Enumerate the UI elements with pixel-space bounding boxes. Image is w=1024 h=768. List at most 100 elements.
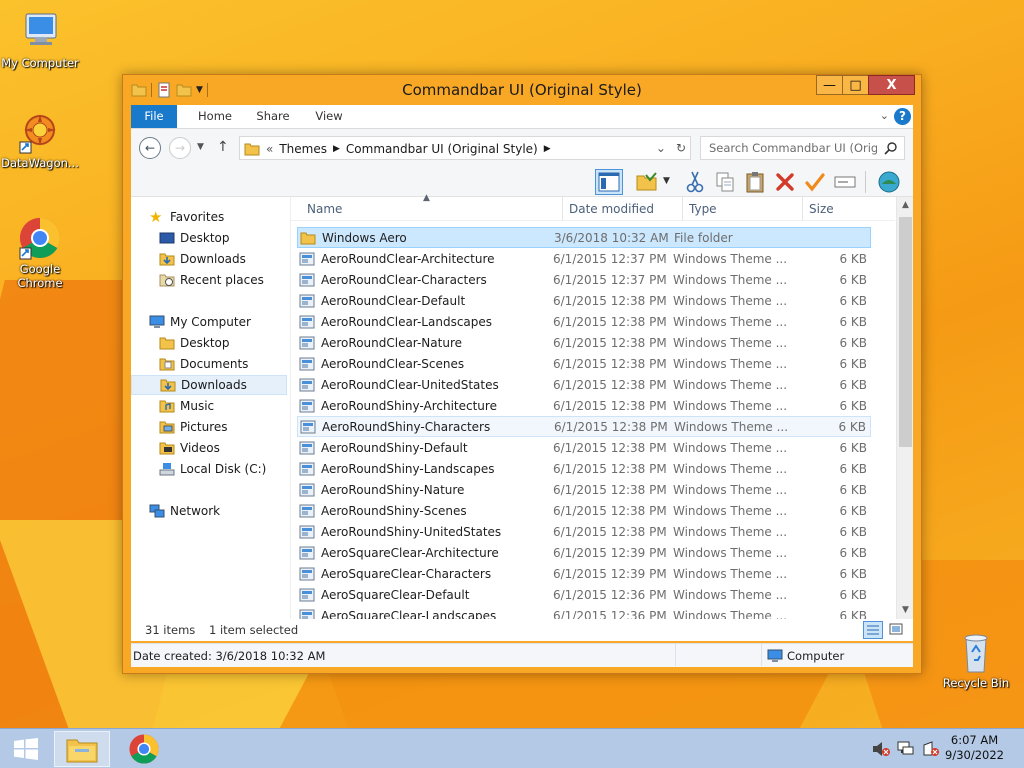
action-center-icon[interactable]	[922, 741, 940, 757]
file-name: AeroSquareClear-Default	[321, 587, 470, 602]
table-row[interactable]: AeroSquareClear-Characters 6/1/2015 12:39…	[297, 563, 871, 584]
table-row[interactable]: AeroRoundClear-Characters 6/1/2015 12:37 …	[297, 269, 871, 290]
vertical-scrollbar[interactable]: ▲ ▼	[896, 197, 913, 619]
desktop-icon-recycle-bin[interactable]: Recycle Bin	[936, 630, 1016, 690]
table-row[interactable]: AeroRoundShiny-Scenes 6/1/2015 12:38 PM Wi…	[297, 500, 871, 521]
title-bar[interactable]: ▼ Commandbar UI (Original Style) — □ X	[123, 75, 921, 105]
table-row[interactable]: AeroRoundClear-Architecture 6/1/2015 12:3…	[297, 248, 871, 269]
scrollbar-thumb[interactable]	[899, 217, 912, 447]
scroll-up-icon[interactable]: ▲	[897, 197, 914, 214]
maximize-button[interactable]: □	[842, 75, 869, 95]
column-date-modified[interactable]: Date modified	[563, 197, 683, 221]
file-size: 6 KB	[839, 461, 867, 476]
clock[interactable]: 6:07 AM 9/30/2022	[945, 733, 1004, 763]
search-icon[interactable]	[884, 141, 898, 155]
table-row[interactable]: AeroRoundShiny-UnitedStates 6/1/2015 12:3…	[297, 521, 871, 542]
file-explorer-icon	[66, 739, 98, 763]
nav-my-computer[interactable]: My Computer	[149, 312, 305, 332]
search-input[interactable]	[701, 137, 877, 159]
minimize-button[interactable]: —	[816, 75, 843, 95]
breadcrumb-themes[interactable]: Themes	[279, 142, 327, 156]
layout-button[interactable]	[595, 169, 623, 195]
column-name[interactable]: Name	[301, 197, 563, 221]
breadcrumb-overflow[interactable]: «	[266, 142, 273, 156]
file-type: Windows Theme ...	[673, 461, 788, 476]
cut-button[interactable]	[681, 169, 709, 195]
file-size: 6 KB	[839, 293, 867, 308]
copy-button[interactable]	[711, 169, 739, 195]
forward-button[interactable]: →	[169, 137, 191, 159]
rename-icon	[834, 176, 856, 188]
desktop-icon-my-computer[interactable]: My Computer	[0, 10, 80, 70]
back-button[interactable]: ←	[139, 137, 161, 159]
details-view-button[interactable]	[863, 621, 883, 639]
table-row[interactable]: AeroRoundShiny-Nature 6/1/2015 12:38 PM Wi…	[297, 479, 871, 500]
tab-file[interactable]: File	[131, 105, 177, 128]
table-row[interactable]: Windows Aero 3/6/2018 10:32 AM File folder	[297, 227, 871, 248]
breadcrumb-separator-icon[interactable]: ▶	[544, 144, 551, 154]
delete-button[interactable]	[771, 169, 799, 195]
desktop-icon-google-chrome[interactable]: Google Chrome	[0, 216, 80, 290]
organize-button[interactable]	[633, 169, 661, 195]
expand-ribbon-icon[interactable]: ⌄	[880, 109, 889, 122]
network-icon[interactable]	[897, 741, 915, 757]
table-row[interactable]: AeroSquareClear-Default 6/1/2015 12:36 PM…	[297, 584, 871, 605]
tab-view[interactable]: View	[307, 105, 351, 128]
nav-network[interactable]: Network	[149, 501, 305, 521]
network-icon	[149, 504, 165, 518]
volume-muted-icon[interactable]	[872, 741, 890, 757]
refresh-icon[interactable]: ↻	[676, 141, 686, 155]
breadcrumb-separator-icon[interactable]: ▶	[333, 144, 340, 154]
downloads-icon	[159, 253, 175, 266]
table-row[interactable]: AeroRoundClear-Scenes 6/1/2015 12:38 PM Wi…	[297, 353, 871, 374]
breadcrumb-current[interactable]: Commandbar UI (Original Style)	[346, 142, 538, 156]
table-row[interactable]: AeroSquareClear-Landscapes 6/1/2015 12:36…	[297, 605, 871, 619]
large-icons-view-button[interactable]	[887, 621, 907, 639]
file-date-modified: 6/1/2015 12:38 PM	[553, 440, 667, 455]
file-name: AeroRoundClear-UnitedStates	[321, 377, 499, 392]
column-size[interactable]: Size	[803, 197, 883, 221]
address-bar[interactable]: « Themes ▶ Commandbar UI (Original Style…	[239, 136, 691, 160]
column-type[interactable]: Type	[683, 197, 803, 221]
web-button[interactable]	[875, 169, 903, 195]
folder-options-icon	[636, 172, 657, 191]
taskbar-chrome[interactable]	[118, 731, 170, 767]
explorer-window[interactable]: ▼ Commandbar UI (Original Style) — □ X F…	[122, 74, 922, 674]
file-name: AeroRoundShiny-Landscapes	[321, 461, 495, 476]
properties-button[interactable]	[801, 169, 829, 195]
table-row[interactable]: AeroRoundShiny-Landscapes 6/1/2015 12:38 …	[297, 458, 871, 479]
table-row[interactable]: AeroRoundClear-Landscapes 6/1/2015 12:38 …	[297, 311, 871, 332]
paste-button[interactable]	[741, 169, 769, 195]
search-box[interactable]	[700, 136, 905, 160]
table-row[interactable]: AeroRoundShiny-Default 6/1/2015 12:38 PM W…	[297, 437, 871, 458]
copy-icon	[716, 172, 734, 192]
table-row[interactable]: AeroRoundClear-Nature 6/1/2015 12:38 PM Wi…	[297, 332, 871, 353]
scroll-down-icon[interactable]: ▼	[897, 602, 914, 619]
arrow-up-icon[interactable]: ↑	[217, 139, 229, 155]
rename-button[interactable]	[831, 169, 859, 195]
close-button[interactable]: X	[868, 75, 915, 95]
start-button[interactable]	[4, 731, 48, 767]
table-row[interactable]: AeroSquareClear-Architecture 6/1/2015 12:…	[297, 542, 871, 563]
table-row[interactable]: AeroRoundClear-Default 6/1/2015 12:38 PM W…	[297, 290, 871, 311]
file-date-modified: 6/1/2015 12:38 PM	[553, 482, 667, 497]
help-button[interactable]: ?	[894, 108, 911, 125]
recent-locations-icon[interactable]: ▼	[197, 142, 204, 152]
nav-label: Music	[180, 399, 215, 413]
table-row[interactable]: AeroRoundShiny-Characters 6/1/2015 12:38 …	[297, 416, 871, 437]
nav-label: Downloads	[180, 252, 246, 266]
tab-share[interactable]: Share	[249, 105, 297, 128]
taskbar-file-explorer[interactable]	[54, 731, 110, 767]
chevron-down-icon[interactable]: ▼	[663, 176, 670, 186]
tab-home[interactable]: Home	[189, 105, 241, 128]
separator	[761, 644, 762, 666]
file-name: AeroSquareClear-Characters	[321, 566, 492, 581]
table-row[interactable]: AeroRoundShiny-Architecture 6/1/2015 12:3…	[297, 395, 871, 416]
address-dropdown-icon[interactable]: ⌄	[656, 141, 666, 155]
table-row[interactable]: AeroRoundClear-UnitedStates 6/1/2015 12:3…	[297, 374, 871, 395]
desktop-icon-datawagon[interactable]: DataWagon...	[0, 110, 80, 170]
nav-computer-downloads[interactable]: Downloads	[131, 375, 287, 395]
nav-favorites[interactable]: ★ Favorites	[149, 207, 305, 227]
nav-label: Favorites	[170, 210, 225, 224]
file-date-modified: 6/1/2015 12:39 PM	[553, 566, 667, 581]
